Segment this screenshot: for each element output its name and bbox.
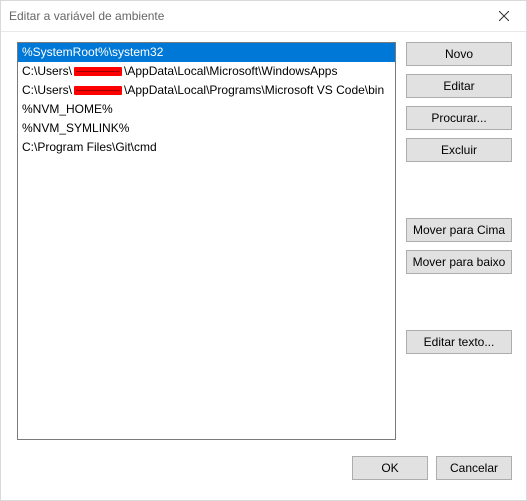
new-button[interactable]: Novo	[406, 42, 512, 66]
client-area: %SystemRoot%\system32C:\Users\\AppData\L…	[1, 32, 526, 500]
list-item-text-pre: C:\Users\	[22, 81, 72, 100]
list-item-text-post: \AppData\Local\Microsoft\WindowsApps	[124, 62, 337, 81]
dialog-window: Editar a variável de ambiente %SystemRoo…	[0, 0, 527, 501]
list-item-text-post: \AppData\Local\Programs\Microsoft VS Cod…	[124, 81, 384, 100]
list-item[interactable]: C:\Users\ \AppData\Local\Programs\Microso…	[18, 81, 395, 100]
move-up-button[interactable]: Mover para Cima	[406, 218, 512, 242]
list-item-text-pre: %NVM_SYMLINK%	[22, 119, 129, 138]
browse-button[interactable]: Procurar...	[406, 106, 512, 130]
list-item-text-pre: %SystemRoot%\system32	[22, 43, 163, 62]
edit-text-button[interactable]: Editar texto...	[406, 330, 512, 354]
title-bar: Editar a variável de ambiente	[1, 1, 526, 32]
dialog-footer: OK Cancelar	[17, 440, 512, 488]
ok-button[interactable]: OK	[352, 456, 428, 480]
list-item[interactable]: %NVM_SYMLINK%	[18, 119, 395, 138]
list-item-text-pre: %NVM_HOME%	[22, 100, 113, 119]
redacted-username	[74, 86, 122, 95]
list-item-text-pre: C:\Users\	[22, 62, 72, 81]
list-item[interactable]: %NVM_HOME%	[18, 100, 395, 119]
move-down-button[interactable]: Mover para baixo	[406, 250, 512, 274]
path-listbox[interactable]: %SystemRoot%\system32C:\Users\\AppData\L…	[17, 42, 396, 440]
list-item[interactable]: %SystemRoot%\system32	[18, 43, 395, 62]
redacted-username	[74, 67, 122, 76]
cancel-button[interactable]: Cancelar	[436, 456, 512, 480]
edit-button[interactable]: Editar	[406, 74, 512, 98]
close-button[interactable]	[482, 1, 526, 31]
list-item[interactable]: C:\Users\ \AppData\Local\Microsoft\Window…	[18, 62, 395, 81]
window-title: Editar a variável de ambiente	[9, 9, 164, 23]
close-icon	[499, 11, 509, 21]
delete-button[interactable]: Excluir	[406, 138, 512, 162]
list-item-text-pre: C:\Program Files\Git\cmd	[22, 138, 157, 157]
list-item[interactable]: C:\Program Files\Git\cmd	[18, 138, 395, 157]
side-buttons: Novo Editar Procurar... Excluir Mover pa…	[406, 42, 512, 440]
main-area: %SystemRoot%\system32C:\Users\\AppData\L…	[17, 42, 512, 440]
